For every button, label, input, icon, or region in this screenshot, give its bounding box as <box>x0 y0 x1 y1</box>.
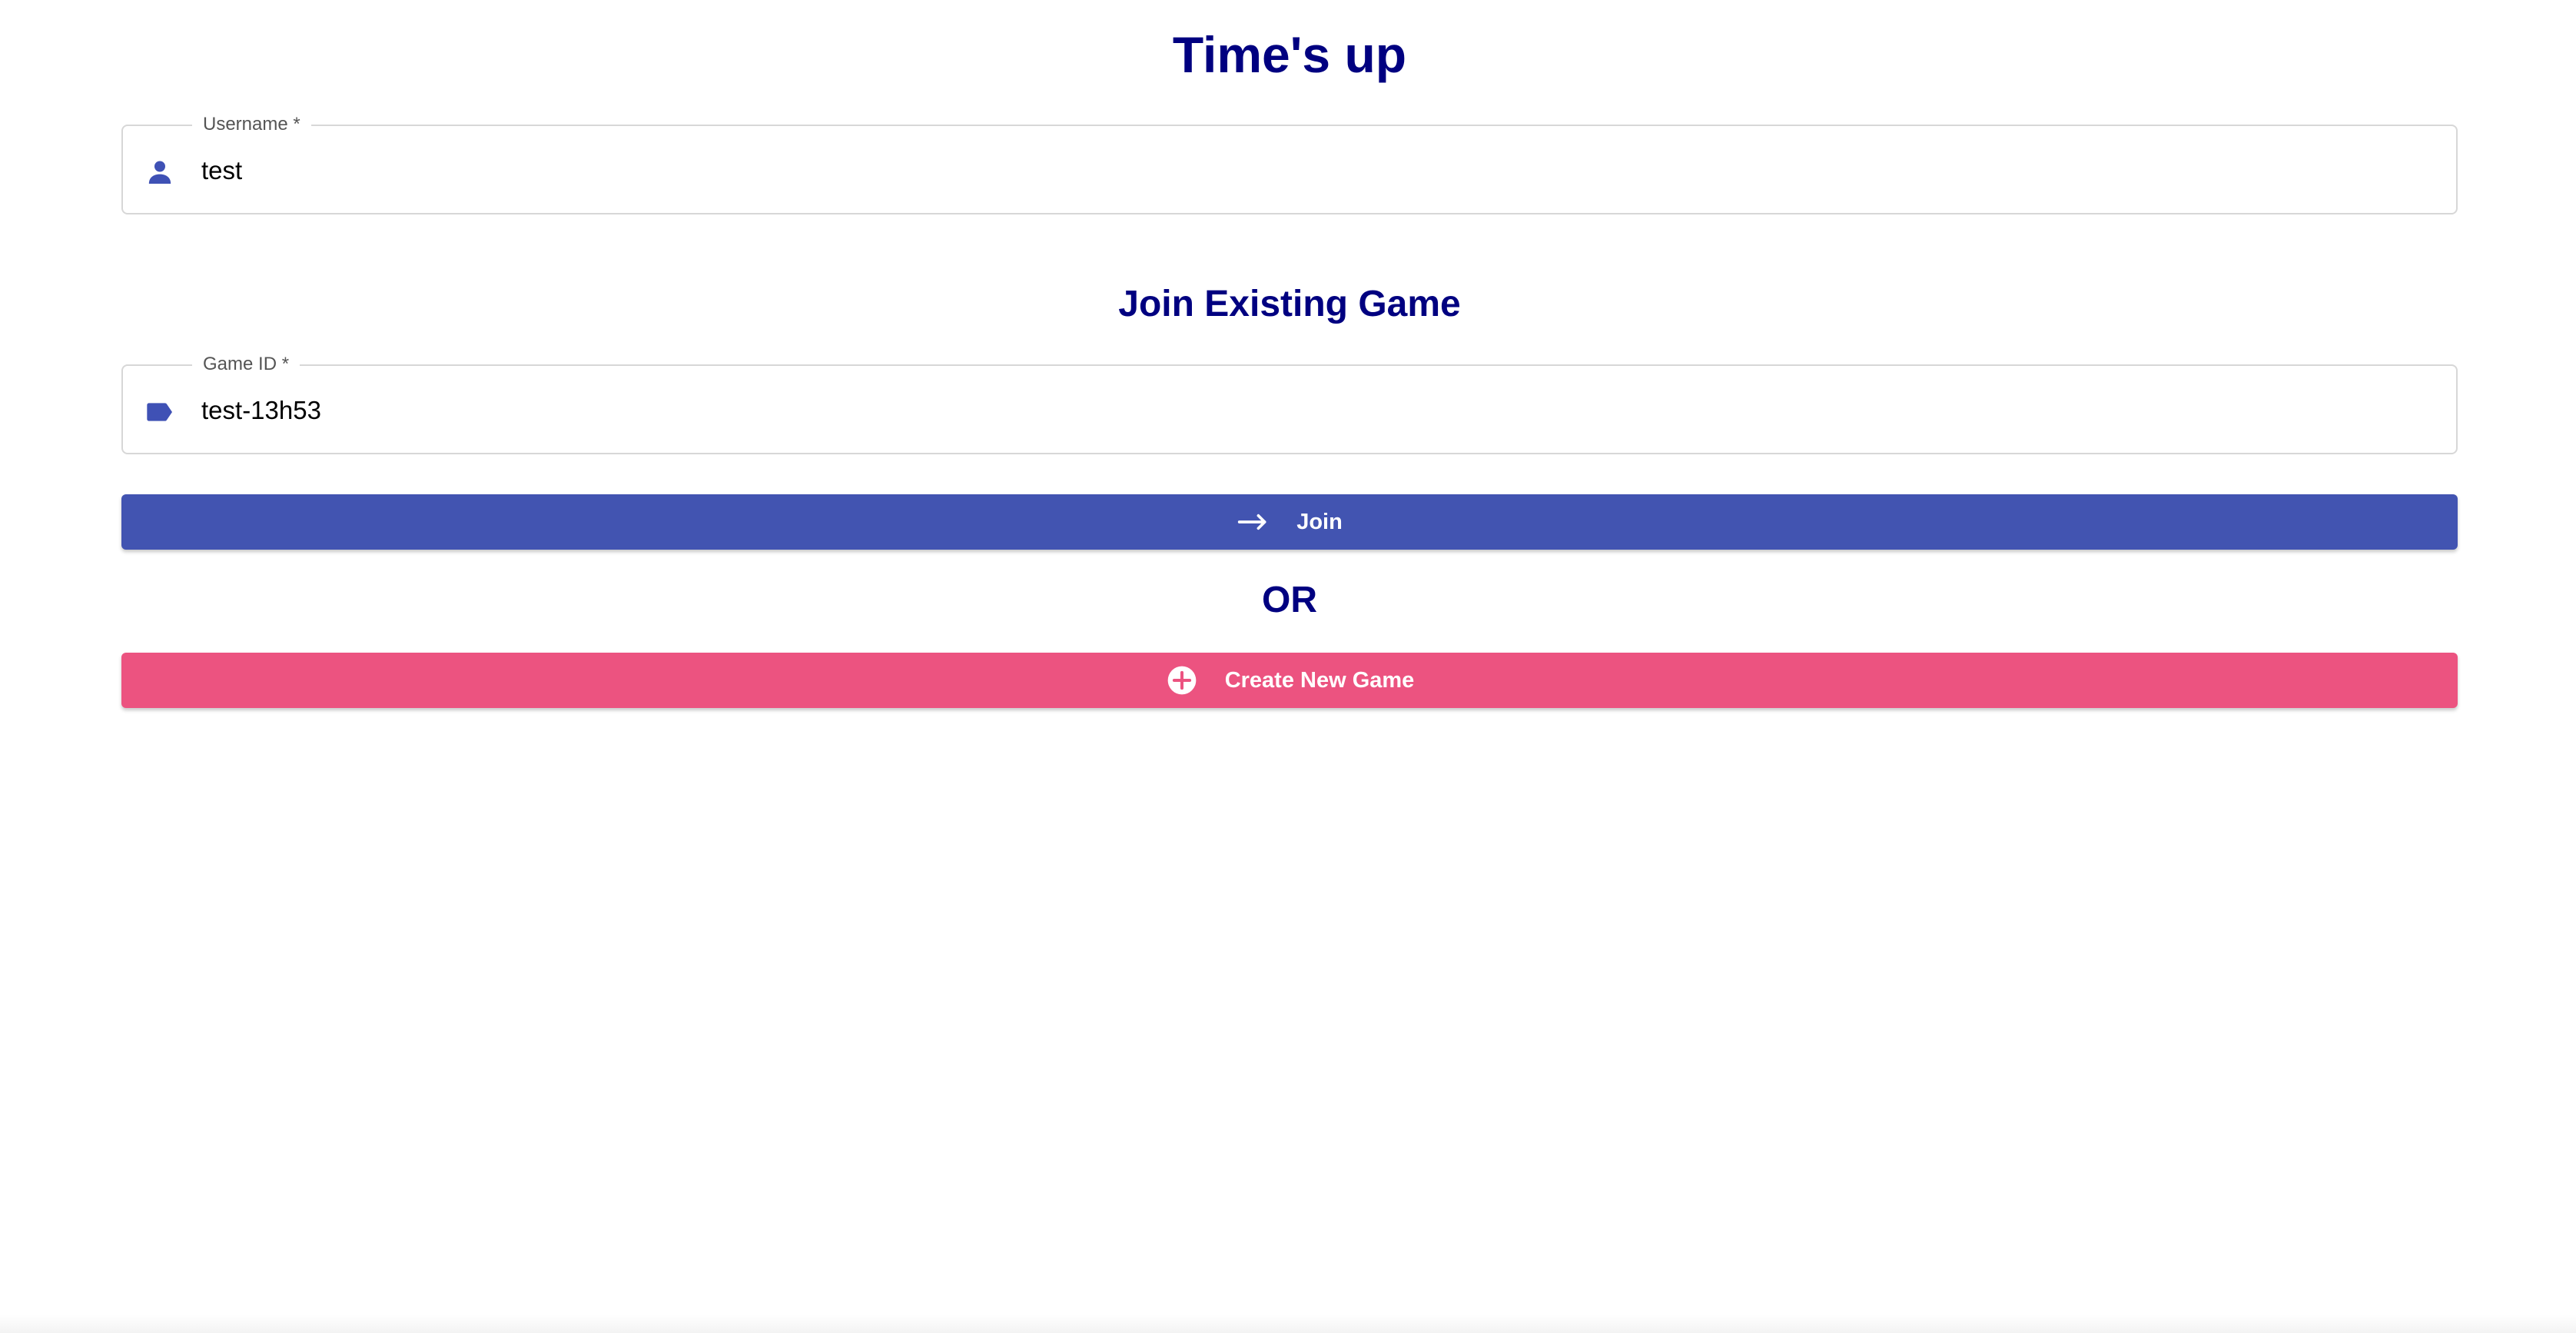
bottom-shade <box>0 1315 2576 1333</box>
join-section-title: Join Existing Game <box>1118 284 1461 324</box>
game-id-label: Game ID * <box>192 354 300 375</box>
join-button-label: Join <box>1296 509 1343 534</box>
create-new-game-button[interactable]: Create New Game <box>121 653 2458 708</box>
join-button[interactable]: Join <box>121 494 2458 550</box>
arrow-right-icon <box>1237 505 1270 539</box>
label-tag-icon <box>144 397 175 427</box>
page: Time's up Username * Join Existing Game … <box>0 0 2576 1333</box>
page-title: Time's up <box>1172 26 1407 83</box>
username-input[interactable] <box>201 149 2430 192</box>
person-icon <box>144 157 175 188</box>
create-new-game-label: Create New Game <box>1224 667 1415 693</box>
add-circle-icon <box>1165 663 1199 697</box>
game-id-input[interactable] <box>201 389 2430 432</box>
game-id-field[interactable]: Game ID * <box>121 354 2458 454</box>
username-label: Username * <box>192 114 311 135</box>
username-field[interactable]: Username * <box>121 114 2458 214</box>
or-separator: OR <box>1262 580 1317 620</box>
